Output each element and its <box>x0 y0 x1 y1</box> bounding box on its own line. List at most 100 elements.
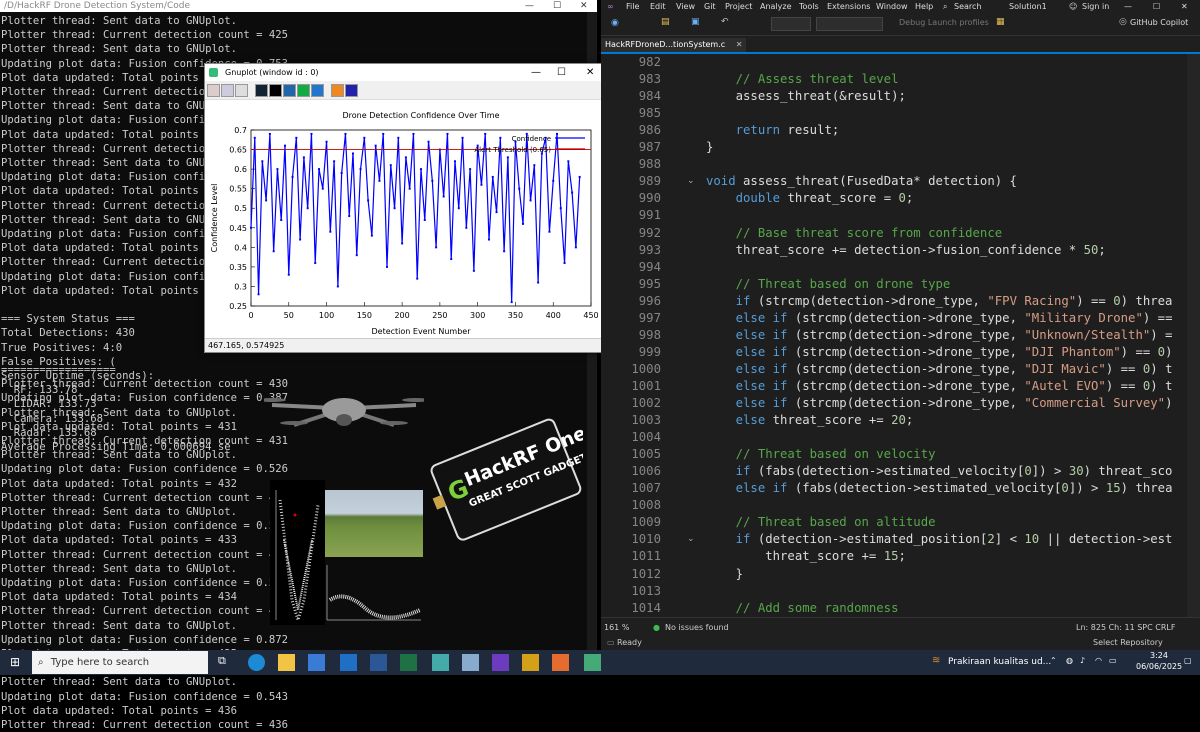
menu-view[interactable]: View <box>676 0 695 13</box>
menu-file[interactable]: File <box>626 0 639 13</box>
data-point <box>552 179 555 182</box>
console-line: Plot data updated: Total points = 42 <box>1 185 231 198</box>
back-icon[interactable]: ◉ <box>611 18 619 28</box>
taskbar-search[interactable]: ⌕ Type here to search <box>32 651 208 674</box>
data-point <box>450 258 453 261</box>
save-icon[interactable]: ▣ <box>691 17 700 27</box>
gnuplot-maximize-button[interactable]: ☐ <box>557 64 566 81</box>
sign-in-link[interactable]: Sign in <box>1082 0 1109 13</box>
options-icon[interactable] <box>331 84 344 97</box>
open-icon[interactable]: ▤ <box>661 17 670 27</box>
export-icon[interactable] <box>235 84 248 97</box>
copy-icon[interactable] <box>207 84 220 97</box>
tab-source-file[interactable]: HackRFDroneD...tionSystem.c ✕ <box>601 38 747 52</box>
select-repository[interactable]: Select Repository <box>1093 636 1163 650</box>
console-line: Plotter thread: Current detection count … <box>1 491 288 504</box>
visual-studio-icon[interactable] <box>492 654 509 671</box>
data-point <box>446 132 449 135</box>
zoom-prev-icon[interactable] <box>283 84 296 97</box>
menu-tools[interactable]: Tools <box>799 0 819 13</box>
autoscale-icon[interactable] <box>311 84 324 97</box>
menu-edit[interactable]: Edit <box>650 0 666 13</box>
vs-menubar: ∞ File Edit View Git Project Analyze Too… <box>601 0 1200 13</box>
maximize-button[interactable]: ☐ <box>553 0 561 12</box>
clock-date[interactable]: 06/06/2025 <box>1136 662 1182 671</box>
data-point <box>272 250 275 253</box>
battery-icon[interactable]: ▭ <box>1109 656 1117 665</box>
copilot-button[interactable]: GitHub Copilot <box>1130 18 1188 27</box>
console-line: Plotter thread: Current detection count … <box>1 435 289 448</box>
menu-git[interactable]: Git <box>704 0 716 13</box>
folder-icon[interactable]: ▦ <box>996 17 1005 27</box>
field-camera-image <box>325 490 423 557</box>
gnuplot-app-icon-taskbar[interactable] <box>584 654 601 671</box>
vs-maximize-button[interactable]: ☐ <box>1153 0 1160 13</box>
terminal-app-icon[interactable] <box>432 654 449 671</box>
line-number: 998 <box>638 327 661 342</box>
menu-help[interactable]: Help <box>915 0 933 13</box>
vs-logo-icon: ∞ <box>607 2 614 11</box>
replot-icon[interactable] <box>255 84 268 97</box>
line-number: 985 <box>638 106 661 121</box>
account-icon[interactable]: ☺ <box>1069 0 1077 13</box>
terminal-title: /D/HackRF Drone Detection System/Code <box>4 1 190 11</box>
store-icon[interactable] <box>308 654 325 671</box>
menu-project[interactable]: Project <box>725 0 752 13</box>
data-point <box>382 132 385 135</box>
chart-title: Drone Detection Confidence Over Time <box>343 111 500 120</box>
vs-minimize-button[interactable]: — <box>1124 0 1132 13</box>
start-icon[interactable]: ⊞ <box>10 655 20 669</box>
gnuplot-minimize-button[interactable]: — <box>531 64 541 81</box>
orange-app-icon[interactable] <box>552 654 569 671</box>
notification-icon[interactable]: ▢ <box>1184 656 1192 665</box>
print-icon[interactable] <box>221 84 234 97</box>
platform-dropdown[interactable] <box>816 17 883 31</box>
edge-icon[interactable] <box>248 654 265 671</box>
copilot-icon[interactable]: ◎ <box>1119 17 1127 27</box>
data-point <box>412 132 415 135</box>
search-icon[interactable]: ⌕ <box>943 0 947 13</box>
file-explorer-icon[interactable] <box>278 654 295 671</box>
debug-profiles[interactable]: Debug Launch profiles <box>899 18 989 27</box>
code-line: // Threat based on velocity <box>706 447 936 462</box>
issues-status[interactable]: No issues found <box>665 618 729 637</box>
zoom-level[interactable]: 161 % <box>604 618 629 637</box>
zoom-next-icon[interactable] <box>297 84 310 97</box>
menu-extensions[interactable]: Extensions <box>827 0 870 13</box>
menu-window[interactable]: Window <box>876 0 908 13</box>
word-icon[interactable] <box>370 654 387 671</box>
help-icon[interactable] <box>345 84 358 97</box>
data-point <box>329 230 332 233</box>
fold-chevron-icon[interactable]: ⌄ <box>687 176 695 186</box>
y-axis-label: Confidence Level <box>210 184 219 253</box>
data-point <box>495 211 498 214</box>
tray-chevron-icon[interactable]: ⌃ <box>1050 656 1057 665</box>
network-icon[interactable]: ◍ <box>1066 656 1073 665</box>
m-app-icon[interactable] <box>522 654 539 671</box>
vs-search-box[interactable]: Search <box>954 0 981 13</box>
code-line: // Threat based on altitude <box>706 515 936 530</box>
code-line: threat_score += 15; <box>706 549 906 564</box>
gnuplot-close-button[interactable]: ✕ <box>586 64 594 81</box>
close-button[interactable]: ✕ <box>580 0 588 12</box>
close-tab-icon[interactable]: ✕ <box>736 40 743 49</box>
mail-icon[interactable] <box>340 654 357 671</box>
data-point <box>302 156 305 159</box>
fold-chevron-icon[interactable]: ⌄ <box>687 534 695 544</box>
code-editor[interactable]: 982 983 // Assess threat level 984 assess… <box>601 54 1200 617</box>
weather-text[interactable]: Prakiraan kualitas ud... <box>948 657 1051 667</box>
minimize-button[interactable]: — <box>525 0 534 12</box>
undo-icon[interactable]: ↶ <box>721 17 729 27</box>
volume-icon[interactable]: ♪ <box>1080 656 1085 665</box>
wifi-icon[interactable]: ◠ <box>1095 656 1102 665</box>
excel-icon[interactable] <box>400 654 417 671</box>
code-line: if (strcmp(detection->drone_type, "FPV R… <box>735 293 1173 308</box>
config-dropdown[interactable] <box>771 17 811 31</box>
app-icon[interactable] <box>462 654 479 671</box>
grid-icon[interactable] <box>269 84 282 97</box>
clock-time[interactable]: 3:24 <box>1150 651 1168 660</box>
editor-scrollbar[interactable] <box>1187 54 1200 617</box>
menu-analyze[interactable]: Analyze <box>760 0 792 13</box>
vs-close-button[interactable]: ✕ <box>1181 0 1188 13</box>
task-view-icon[interactable]: ⧉ <box>218 654 235 671</box>
